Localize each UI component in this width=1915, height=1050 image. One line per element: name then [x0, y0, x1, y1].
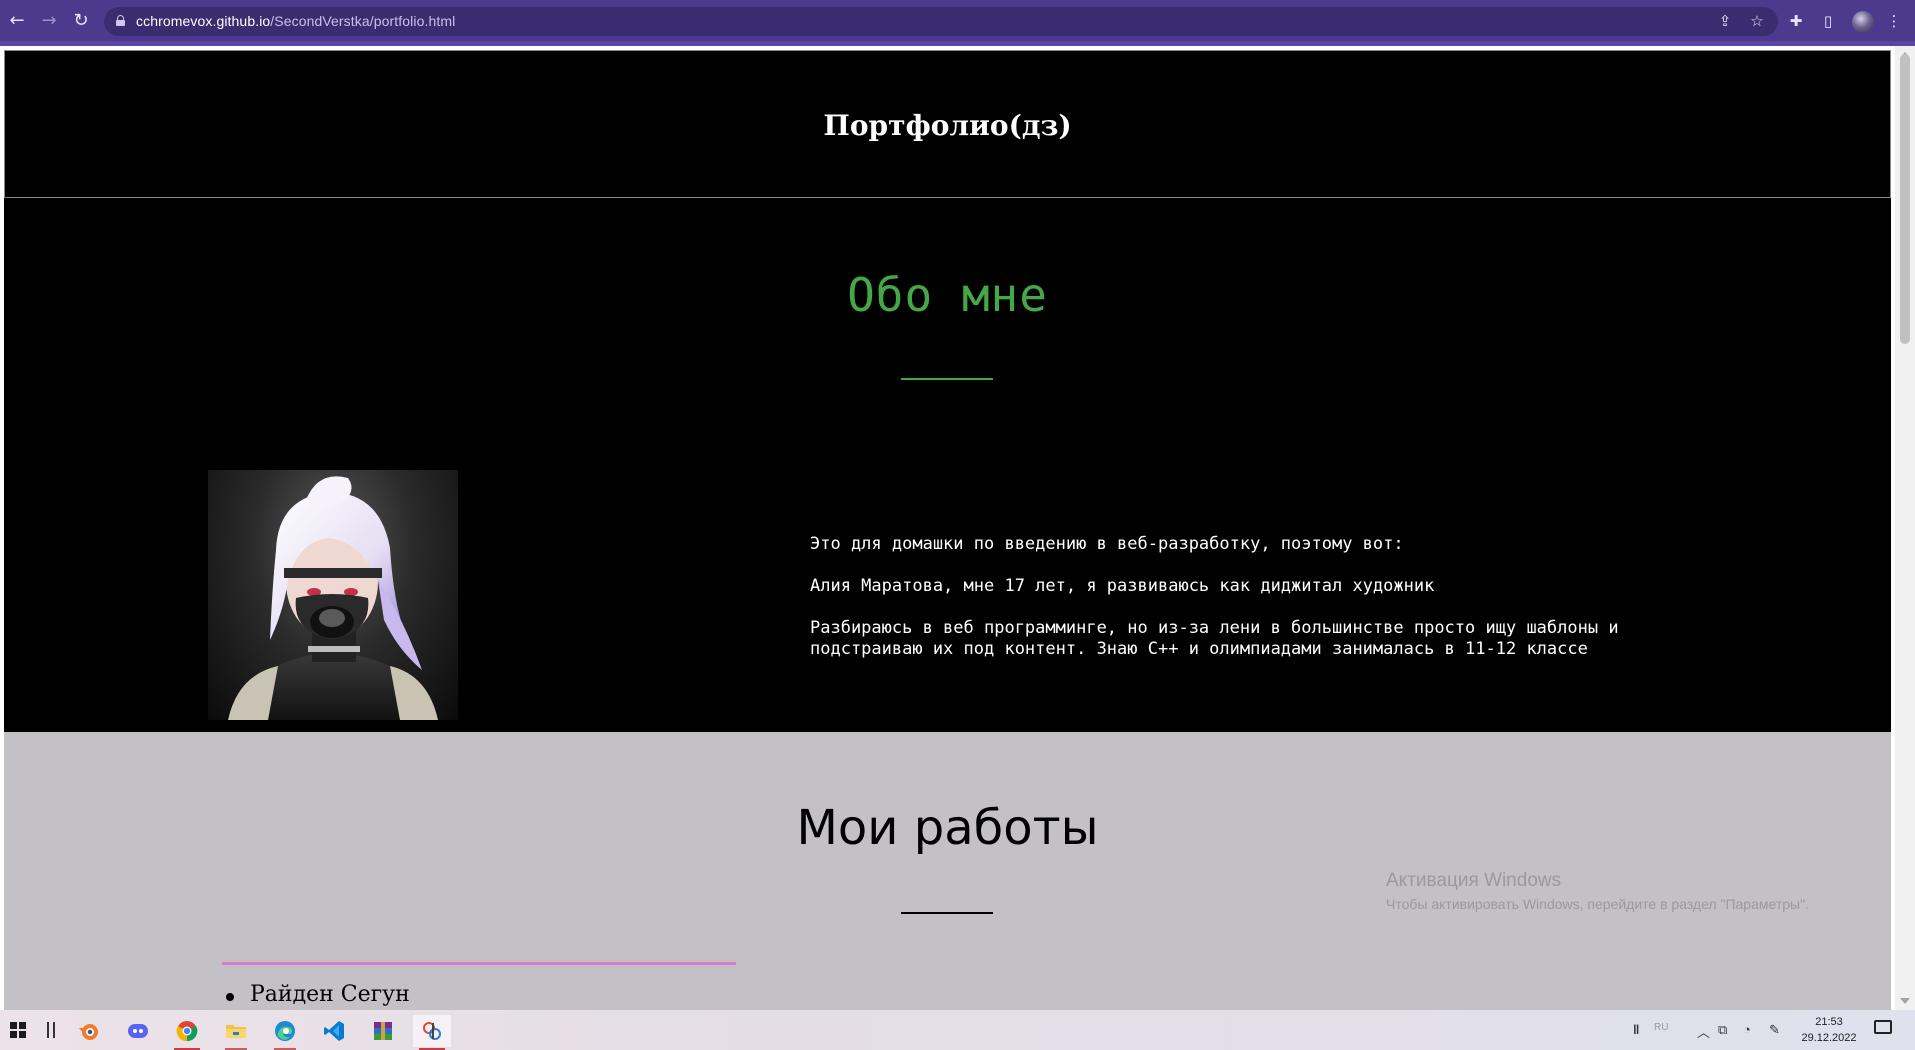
- forward-icon[interactable]: →: [38, 10, 60, 32]
- artwork-preview-edge: [222, 962, 736, 965]
- paint-icon[interactable]: [413, 1015, 451, 1050]
- about-paragraph: Алия Маратова, мне 17 лет, я развиваюсь …: [810, 576, 1435, 596]
- about-text: Это для домашки по введению в веб-разраб…: [810, 534, 1660, 681]
- windows-start-icon[interactable]: [10, 1022, 26, 1038]
- about-heading: Обо мне: [847, 268, 1048, 322]
- scroll-thumb[interactable]: [1900, 54, 1910, 344]
- pen-icon[interactable]: ✎: [1769, 1022, 1780, 1038]
- about-section: Обо мне Это для домашки по введению в ве…: [4, 198, 1891, 732]
- chrome-icon[interactable]: [168, 1015, 206, 1050]
- side-panel-icon[interactable]: ▯: [1818, 11, 1838, 31]
- about-paragraph: Это для домашки по введению в веб-разраб…: [810, 534, 1404, 554]
- page-title: Портфолио(дз): [823, 109, 1072, 142]
- page-viewport: Портфолио(дз) Обо мне Это для домашки по…: [0, 46, 1895, 1010]
- webcam-icon[interactable]: ⧉: [1718, 1022, 1727, 1038]
- discord-icon[interactable]: [119, 1015, 157, 1047]
- about-heading-underline: [901, 378, 993, 380]
- share-icon[interactable]: ⇪: [1715, 11, 1735, 31]
- blender-icon[interactable]: [70, 1015, 108, 1047]
- url-path: /SecondVerstka/portfolio.html: [270, 13, 456, 29]
- works-heading: Мои работы: [796, 800, 1099, 856]
- browser-toolbar: ← → ↻ cchromevox.github.io/SecondVerstka…: [0, 0, 1915, 41]
- avatar-artwork: [208, 470, 458, 720]
- language-indicator[interactable]: RU: [1654, 1022, 1668, 1033]
- scroll-down-icon[interactable]: [1900, 998, 1910, 1004]
- star-icon[interactable]: ☆: [1747, 11, 1767, 31]
- notifications-icon[interactable]: [1874, 1020, 1892, 1034]
- wifi-icon[interactable]: ◔: [1743, 1022, 1751, 1037]
- vscode-icon[interactable]: [315, 1015, 353, 1047]
- clock-date: 29.12.2022: [1801, 1032, 1857, 1044]
- taskbar-clock[interactable]: 21:53 29.12.2022: [1792, 1014, 1866, 1046]
- tray-divider-icon: ‖: [1633, 1022, 1640, 1037]
- url-host: cchromevox.github.io: [136, 13, 271, 29]
- windows-activation-watermark: Активация Windows Чтобы активировать Win…: [1386, 870, 1809, 912]
- page-scrollbar[interactable]: [1895, 46, 1915, 1010]
- windows-taskbar: [0, 1010, 1915, 1050]
- watermark-title: Активация Windows: [1386, 870, 1562, 891]
- profile-avatar[interactable]: [1852, 11, 1874, 33]
- winrar-icon[interactable]: [364, 1015, 402, 1047]
- file-explorer-icon[interactable]: [217, 1015, 255, 1050]
- lock-icon[interactable]: [116, 15, 125, 26]
- about-paragraph: Разбираюсь в веб программинге, но из-за …: [810, 618, 1619, 659]
- works-heading-underline: [901, 912, 993, 914]
- edge-icon[interactable]: [266, 1015, 304, 1050]
- works-list-item: Райден Сегун: [226, 982, 410, 1007]
- site-header: Портфолио(дз): [4, 50, 1891, 198]
- url-text[interactable]: cchromevox.github.io/SecondVerstka/portf…: [136, 13, 455, 29]
- reload-icon[interactable]: ↻: [70, 10, 92, 32]
- extensions-icon[interactable]: ✚: [1786, 11, 1806, 31]
- tray-overflow-icon[interactable]: ︿: [1697, 1022, 1710, 1041]
- back-icon[interactable]: ←: [6, 10, 28, 32]
- watermark-subtitle: Чтобы активировать Windows, перейдите в …: [1386, 896, 1809, 912]
- menu-icon[interactable]: ⋮: [1884, 11, 1904, 31]
- task-view-icon[interactable]: [47, 1022, 55, 1038]
- clock-time: 21:53: [1815, 1016, 1843, 1028]
- works-list: Райден Сегун: [226, 982, 410, 1007]
